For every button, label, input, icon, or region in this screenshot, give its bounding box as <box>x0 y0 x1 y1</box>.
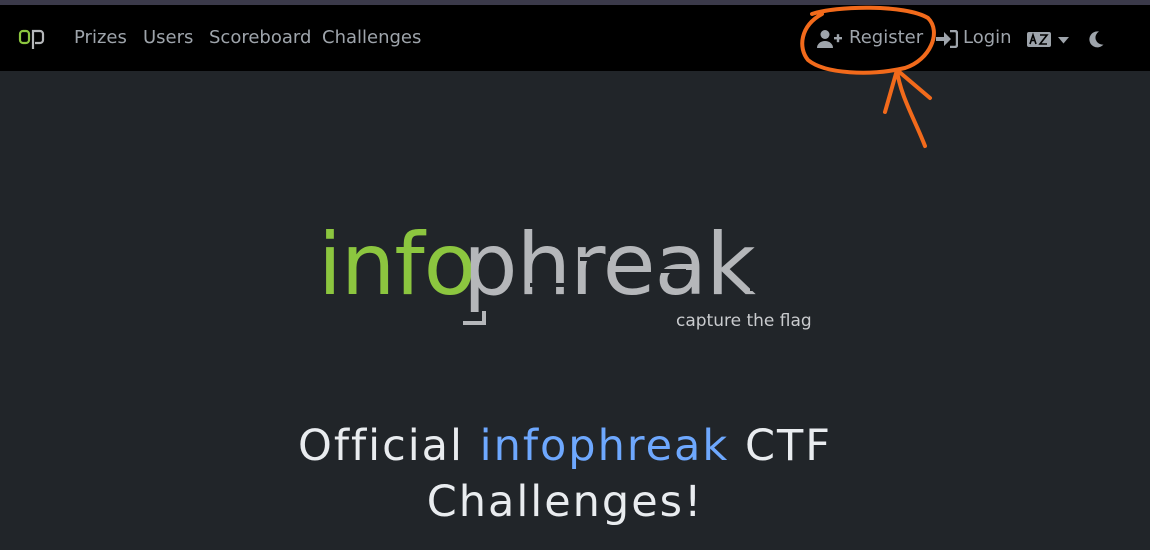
logo-text-info: info <box>318 215 476 315</box>
caret-down-icon <box>1058 37 1069 44</box>
nav-users[interactable]: Users <box>143 27 193 48</box>
logo-tagline: capture the flag <box>676 311 812 331</box>
login-label[interactable]: Login <box>963 27 1012 48</box>
infophreak-logo: info phreak capture the flag <box>300 215 820 340</box>
nav-challenges[interactable]: Challenges <box>322 27 421 48</box>
navbar: Prizes Users Scoreboard Challenges Regis… <box>0 5 1150 71</box>
title-prefix: Official <box>298 421 464 471</box>
page-title-line1: Official infophreak CTF <box>0 418 1130 474</box>
brand-logo[interactable] <box>18 25 46 51</box>
nav-scoreboard[interactable]: Scoreboard <box>209 27 311 48</box>
nav-prizes[interactable]: Prizes <box>74 27 127 48</box>
moon-icon[interactable] <box>1088 31 1104 48</box>
page-title-line2: Challenges! <box>426 477 704 527</box>
register-label[interactable]: Register <box>849 27 923 48</box>
brand-icon <box>18 29 45 49</box>
title-accent: infophreak <box>479 421 730 471</box>
language-icon <box>1027 32 1051 47</box>
user-plus-icon <box>817 30 842 48</box>
page-title: Official infophreak CTF Challenges! <box>0 418 1130 530</box>
title-suffix: CTF <box>744 421 832 471</box>
sign-in-icon <box>936 30 958 48</box>
